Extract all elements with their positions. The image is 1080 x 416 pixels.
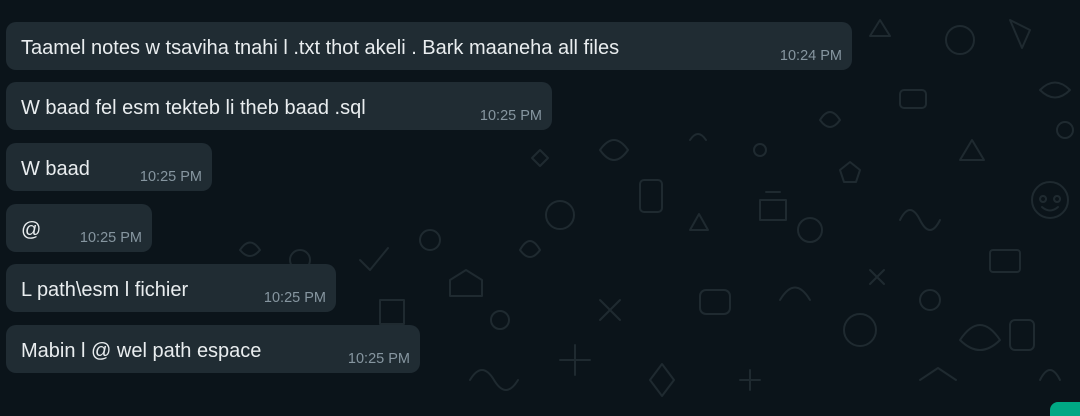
message-timestamp: 10:25 PM (139, 169, 202, 185)
message-text: W baad fel esm tekteb li theb baad .sql (21, 97, 366, 119)
message-bubble[interactable]: L path\esm l fichier 10:25 PM (6, 264, 336, 312)
message-timestamp: 10:25 PM (347, 351, 410, 367)
message-bubble[interactable]: @ 10:25 PM (6, 204, 152, 252)
outgoing-bubble-edge (1050, 402, 1080, 416)
message-timestamp: 10:25 PM (263, 290, 326, 306)
message-bubble[interactable]: Mabin l @ wel path espace 10:25 PM (6, 325, 420, 373)
message-timestamp: 10:25 PM (79, 230, 142, 246)
message-timestamp: 10:24 PM (779, 48, 842, 64)
message-text: W baad (21, 158, 90, 180)
message-timestamp: 10:25 PM (479, 108, 542, 124)
message-list: Taamel notes w tsaviha tnahi l .txt thot… (0, 0, 1080, 416)
message-bubble[interactable]: W baad 10:25 PM (6, 143, 212, 191)
message-bubble[interactable]: W baad fel esm tekteb li theb baad .sql … (6, 82, 552, 130)
message-text: @ (21, 219, 42, 241)
message-text: Taamel notes w tsaviha tnahi l .txt thot… (21, 37, 620, 59)
message-bubble[interactable]: Taamel notes w tsaviha tnahi l .txt thot… (6, 22, 852, 70)
message-text: Mabin l @ wel path espace (21, 340, 262, 362)
message-text: L path\esm l fichier (21, 279, 189, 301)
